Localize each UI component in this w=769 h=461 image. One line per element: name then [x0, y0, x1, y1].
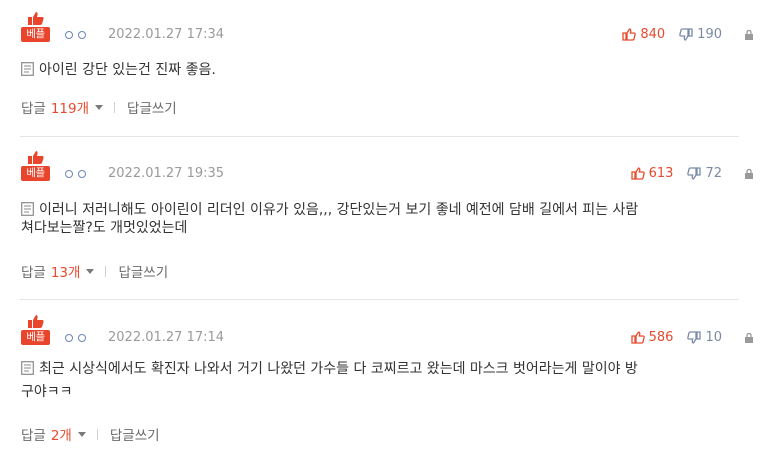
comment-timestamp: 2022.01.27 17:34: [108, 27, 225, 42]
thumbs-up-icon: [28, 12, 44, 25]
thumbs-up-icon: [630, 167, 645, 180]
reply-bar: 답글 13개 답글쓰기: [21, 261, 168, 281]
thumbs-up-icon: [622, 28, 637, 41]
reply-count: 119개: [50, 101, 90, 117]
circle-icon: [65, 31, 73, 39]
reply-label: 답글: [21, 265, 46, 281]
document-icon: [21, 361, 34, 375]
chevron-down-icon: [95, 104, 104, 110]
write-reply-button[interactable]: 답글쓰기: [118, 261, 168, 281]
comment-body: 최근 시상식에서도 확진자 나와서 거기 나왔던 가수들 다 코찌르고 왔는데 …: [21, 357, 751, 382]
comment-text-line: 쳐다보는짤?도 개멋있었는데: [21, 220, 188, 236]
reply-label: 답글: [21, 101, 46, 117]
comment-text-line: 아이린 강단 있는건 진짜 좋음.: [39, 62, 216, 78]
vote-controls: 613 72: [630, 166, 754, 181]
write-reply-button[interactable]: 답글쓰기: [127, 97, 177, 117]
chevron-down-icon: [86, 268, 95, 274]
thumbs-down-icon: [679, 28, 693, 41]
comment-text-line: 구야ㅋㅋ: [21, 384, 73, 400]
upvote-button[interactable]: 840: [622, 27, 665, 42]
lock-icon[interactable]: [744, 168, 754, 180]
divider: [96, 428, 98, 440]
lock-icon[interactable]: [744, 29, 754, 41]
thumbs-up-icon: [28, 315, 44, 328]
comment-timestamp: 2022.01.27 19:35: [108, 166, 225, 181]
comment-body-continued: 구야ㅋㅋ: [21, 380, 751, 405]
best-comment-badge: 베플: [21, 11, 50, 42]
user-level-indicator: [65, 334, 86, 342]
vote-controls: 586 10: [630, 330, 754, 345]
vote-controls: 840 190: [622, 27, 754, 42]
circle-icon: [78, 170, 86, 178]
upvote-button[interactable]: 613: [630, 166, 674, 181]
user-level-indicator: [65, 31, 86, 39]
document-icon: [21, 62, 34, 76]
thumbs-down-icon: [687, 331, 702, 344]
user-level-indicator: [65, 170, 86, 178]
thumbs-up-icon: [630, 331, 645, 344]
comment-body: 아이린 강단 있는건 진짜 좋음.: [21, 58, 751, 83]
thumbs-down-icon: [687, 167, 702, 180]
reply-toggle-button[interactable]: 답글 2개: [21, 424, 86, 444]
reply-bar: 답글 2개 답글쓰기: [21, 424, 160, 444]
reply-bar: 답글 119개 답글쓰기: [21, 97, 177, 117]
reply-count: 13개: [50, 265, 81, 281]
chevron-down-icon: [77, 431, 86, 437]
downvote-button[interactable]: 190: [679, 27, 722, 42]
comment-text-line: 최근 시상식에서도 확진자 나와서 거기 나왔던 가수들 다 코찌르고 왔는데 …: [39, 361, 638, 377]
comment-body-continued: 쳐다보는짤?도 개멋있었는데: [21, 216, 751, 241]
divider: [20, 299, 739, 300]
downvote-count: 10: [705, 330, 722, 345]
reply-toggle-button[interactable]: 답글 119개: [21, 97, 104, 117]
upvote-count: 840: [640, 27, 666, 42]
downvote-button[interactable]: 72: [687, 166, 722, 181]
circle-icon: [65, 334, 73, 342]
document-icon: [21, 202, 34, 216]
downvote-count: 190: [697, 27, 722, 42]
divider: [20, 136, 739, 137]
downvote-count: 72: [705, 166, 722, 181]
write-reply-button[interactable]: 답글쓰기: [110, 424, 160, 444]
reply-toggle-button[interactable]: 답글 13개: [21, 261, 95, 281]
best-comment-badge: 베플: [21, 150, 50, 181]
divider: [114, 101, 116, 113]
circle-icon: [65, 170, 73, 178]
best-comment-badge: 베플: [21, 314, 50, 345]
best-label: 베플: [21, 330, 50, 345]
reply-count: 2개: [50, 428, 72, 444]
divider: [105, 265, 107, 277]
comment-timestamp: 2022.01.27 17:14: [108, 330, 225, 345]
lock-icon[interactable]: [744, 332, 754, 344]
reply-label: 답글: [21, 428, 46, 444]
downvote-button[interactable]: 10: [687, 330, 722, 345]
upvote-button[interactable]: 586: [630, 330, 674, 345]
best-label: 베플: [21, 27, 50, 42]
circle-icon: [78, 334, 86, 342]
upvote-count: 586: [648, 330, 674, 345]
circle-icon: [78, 31, 86, 39]
upvote-count: 613: [648, 166, 674, 181]
best-label: 베플: [21, 166, 50, 181]
thumbs-up-icon: [28, 151, 44, 164]
